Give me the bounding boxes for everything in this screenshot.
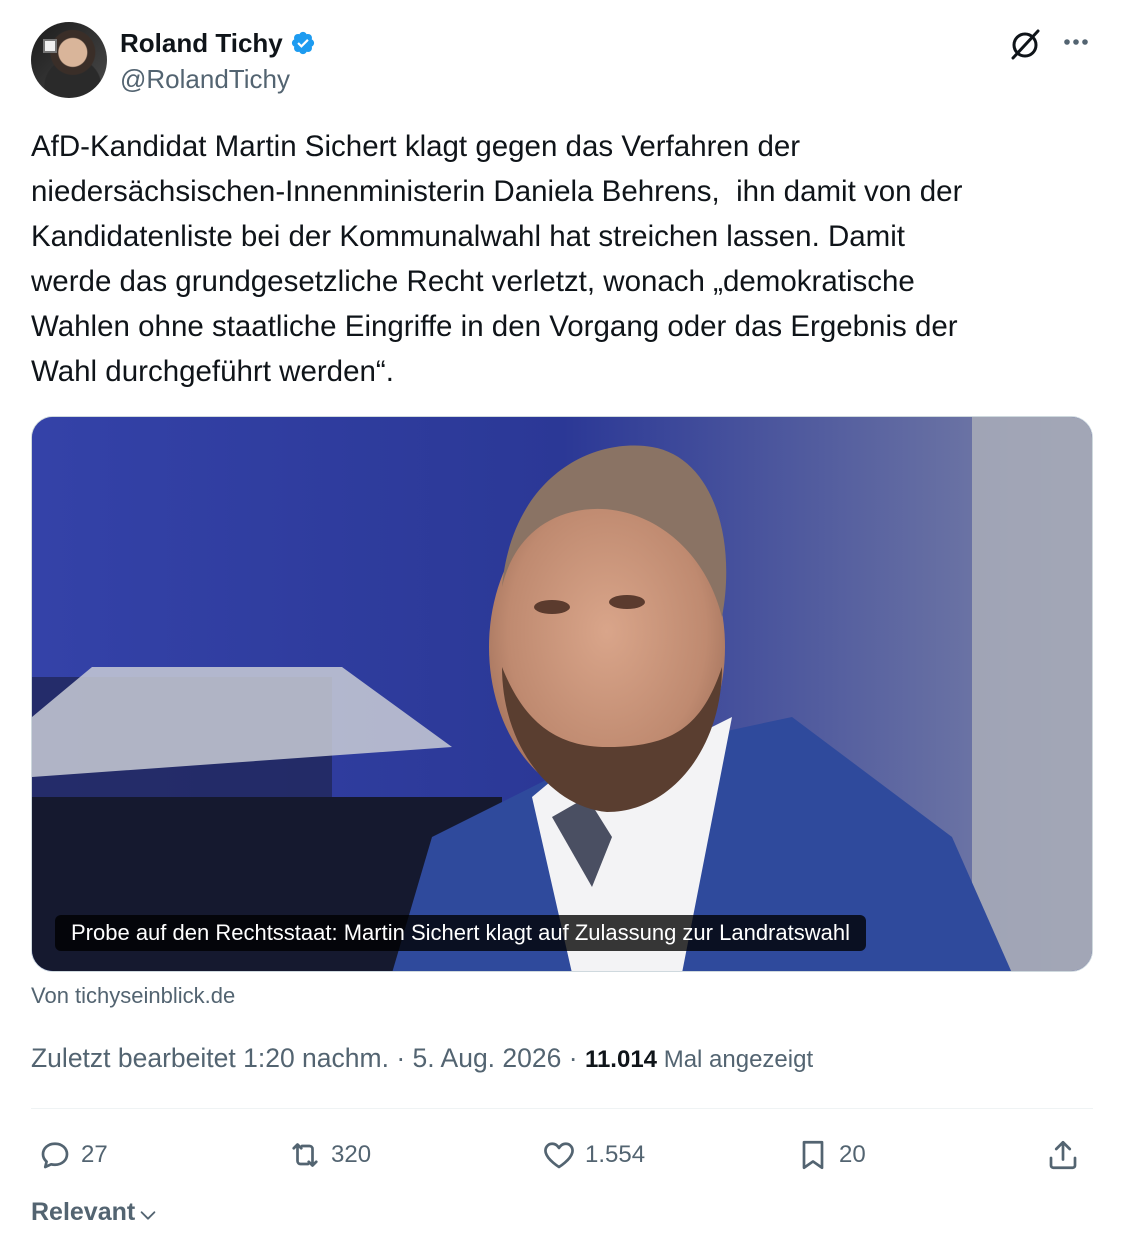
repost-icon [292,1143,318,1167]
action-bar: 27 320 1.554 20 [31,1128,1093,1182]
bookmark-button[interactable]: 20 [795,1128,866,1182]
author-name[interactable]: Roland Tichy [120,28,283,59]
bookmark-icon [802,1140,824,1170]
more-icon[interactable] [1059,25,1093,59]
author-avatar[interactable] [31,22,107,98]
chevron-down-icon [140,1210,156,1220]
like-count: 1.554 [585,1141,646,1168]
link-card-image [32,417,1092,971]
link-card-caption: Probe auf den Rechtsstaat: Martin Sicher… [55,915,866,951]
author-handle[interactable]: @RolandTichy [120,64,290,95]
heart-icon [544,1142,574,1169]
grok-icon[interactable] [1007,27,1043,63]
sort-replies-dropdown[interactable]: Relevant [31,1198,159,1227]
views-count: 11.014 [584,1046,658,1073]
link-source[interactable]: Von tichyseinblick.de [31,983,235,1009]
post-date[interactable]: 5. Aug. 2026 [413,1043,562,1073]
views-label: Mal angezeigt [657,1046,814,1073]
divider [31,1108,1093,1109]
verified-badge-icon [291,31,314,55]
meta-separator: · [388,1043,413,1073]
edited-timestamp[interactable]: Zuletzt bearbeitet 1:20 nachm. [31,1043,389,1073]
link-card[interactable]: Probe auf den Rechtsstaat: Martin Sicher… [31,416,1093,972]
repost-count: 320 [331,1141,372,1168]
reply-icon [41,1142,69,1169]
tweet-text: AfD-Kandidat Martin Sichert klagt gegen … [31,130,963,388]
like-button[interactable]: 1.554 [541,1128,645,1182]
share-button[interactable] [1045,1128,1081,1182]
repost-button[interactable]: 320 [287,1128,371,1182]
meta-separator: · [561,1043,585,1073]
author-name-row: Roland Tichy [120,26,316,60]
bookmark-count: 20 [839,1141,866,1168]
tweet-meta: Zuletzt bearbeitet 1:20 nachm. · 5. Aug.… [31,1043,813,1074]
sort-label: Relevant [31,1198,136,1226]
reply-button[interactable]: 27 [37,1128,108,1182]
share-icon [1049,1140,1077,1170]
reply-count: 27 [81,1141,108,1168]
tweet-header: Roland Tichy @RolandTichy [31,22,1093,100]
